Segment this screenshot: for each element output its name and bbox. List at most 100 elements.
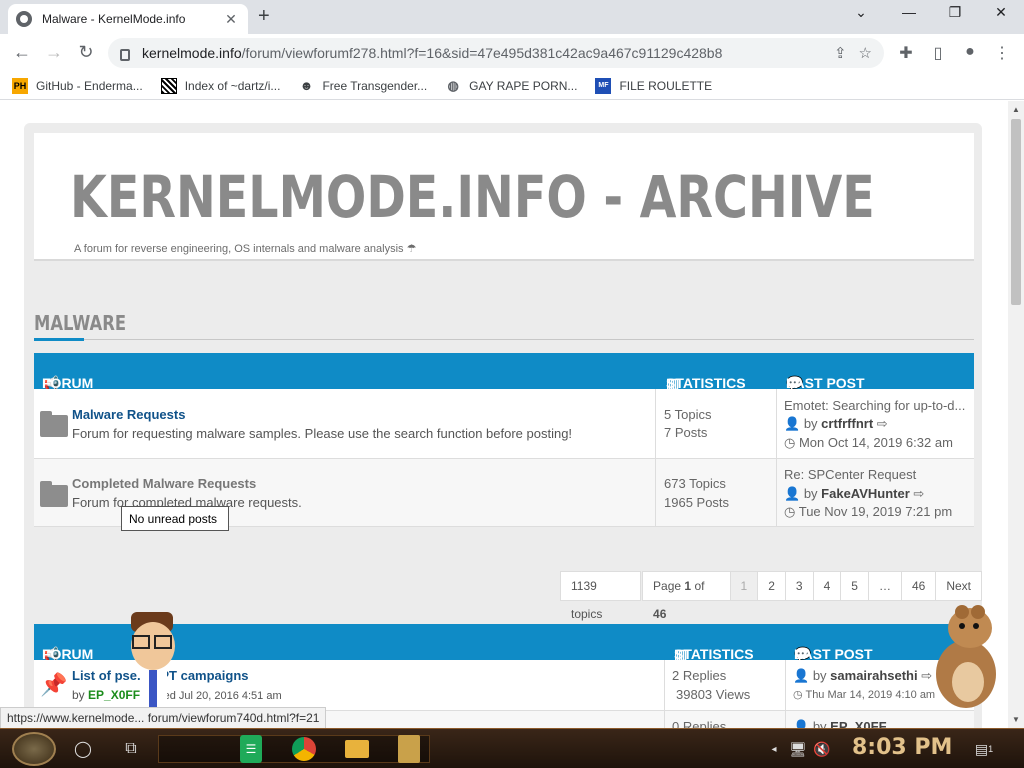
bookmarks-bar: PH GitHub - Enderma... Index of ~dartz/i… — [0, 72, 1024, 100]
page-link-last[interactable]: 46 — [900, 571, 937, 601]
section-underline — [34, 338, 84, 341]
forum-row: Malware Requests Forum for requesting ma… — [34, 389, 974, 459]
task-view-icon[interactable]: ⧉ — [118, 735, 144, 763]
bookmark-github[interactable]: PH GitHub - Enderma... — [12, 77, 143, 94]
qr-icon — [160, 77, 177, 94]
mask-icon: ☻ — [299, 78, 314, 93]
forum-description: Forum for requesting malware samples. Pl… — [72, 426, 573, 441]
bookmark-star-icon[interactable]: ☆ — [859, 44, 872, 62]
sidepanel-icon[interactable]: ▯ — [928, 43, 948, 63]
folder-icon — [40, 411, 68, 437]
last-post-user[interactable]: samairahsethi — [830, 668, 917, 683]
section-title[interactable]: MALWARE — [34, 311, 126, 335]
user-icon: 👤 — [793, 719, 810, 728]
last-post-user[interactable]: EP_X0FF — [830, 719, 886, 728]
forward-icon[interactable]: → — [42, 42, 66, 63]
last-post-date: Tue Nov 19, 2019 7:21 pm — [798, 504, 953, 519]
last-post-title[interactable]: Emotet: Searching for up-to-d... — [784, 398, 970, 413]
tab-search-icon[interactable]: ⌄ — [838, 4, 884, 21]
forum-title-link[interactable]: Malware Requests — [72, 407, 185, 422]
profile-icon[interactable]: ● — [960, 43, 980, 61]
volume-muted-icon[interactable]: 🔇 — [812, 735, 832, 763]
page-current: 1 — [684, 579, 692, 593]
address-bar[interactable]: kernelmode.info/forum/viewforumf278.html… — [108, 38, 884, 68]
site-title[interactable]: KERNELMODE.INFO - ARCHIVE — [70, 163, 875, 231]
minimize-button[interactable]: — — [886, 4, 932, 20]
bookmark-label: FILE ROULETTE — [619, 78, 713, 93]
cortana-icon[interactable]: ◯ — [70, 735, 96, 763]
stats-cell: 5 Topics 7 Posts — [656, 389, 777, 458]
menu-icon[interactable]: ⋮ — [992, 43, 1012, 63]
last-post-by: by — [812, 668, 827, 683]
file-explorer-icon[interactable] — [345, 740, 369, 758]
next-page-button[interactable]: Next — [935, 571, 982, 601]
forum-cell: Malware Requests Forum for requesting ma… — [34, 389, 656, 458]
taskbar: ◯ ⧉ ☰ ◂ 🖥 🔇 8:03 PM ▤ 1 — [0, 728, 1024, 768]
last-post-title[interactable]: Re: SPCenter Request — [784, 467, 970, 482]
browser-tab[interactable]: Malware - KernelMode.info ✕ — [8, 4, 248, 34]
share-icon[interactable]: ⇪ — [834, 44, 847, 62]
lock-icon[interactable] — [120, 49, 130, 61]
site-header: KERNELMODE.INFO - ARCHIVE A forum for re… — [34, 133, 974, 261]
restore-button[interactable]: ❐ — [932, 4, 978, 21]
last-post-by: by — [812, 719, 827, 728]
scroll-thumb[interactable] — [1011, 119, 1021, 305]
page-link-1[interactable]: 1 — [729, 571, 759, 601]
extensions-icon[interactable]: ✚ — [896, 43, 916, 63]
back-icon[interactable]: ← — [10, 42, 34, 63]
start-button[interactable] — [12, 732, 56, 766]
clock-icon: ◷ — [784, 435, 796, 450]
bookmark-transgender[interactable]: ☻ Free Transgender... — [298, 78, 428, 94]
stats-cell: 0 Replies — [665, 711, 786, 728]
unread-tooltip: No unread posts — [121, 506, 229, 531]
sheets-app-icon[interactable]: ☰ — [240, 735, 262, 763]
tab-title: Malware - KernelMode.info — [42, 12, 186, 26]
goto-post-icon[interactable]: ⇨ — [877, 416, 888, 431]
page-scrollbar[interactable]: ▲ ▼ — [1008, 101, 1024, 728]
page-link-2[interactable]: 2 — [757, 571, 786, 601]
globe-icon — [16, 11, 32, 27]
user-icon: 👤 — [784, 486, 801, 501]
bookmark-label: GitHub - Enderma... — [36, 78, 143, 93]
last-post-time: ◷ Tue Nov 19, 2019 7:21 pm — [784, 504, 952, 520]
close-window-button[interactable]: ✕ — [978, 4, 1024, 21]
status-url-bar: https://www.kernelmode... forum/viewforu… — [0, 707, 327, 729]
posts-count: 7 Posts — [664, 425, 708, 440]
reload-icon[interactable]: ↻ — [74, 42, 98, 63]
last-post-author: 👤 by EP_X0FF — [793, 719, 887, 728]
last-post-user[interactable]: crtfrffnrt — [821, 416, 873, 431]
tray-overflow-icon[interactable]: ◂ — [768, 735, 780, 763]
network-icon[interactable]: 🖥 — [788, 735, 808, 763]
bookmark-gay[interactable]: ◍ GAY RAPE PORN... — [445, 78, 578, 94]
url-text[interactable]: kernelmode.info/forum/viewforumf278.html… — [142, 45, 834, 61]
last-post-user[interactable]: FakeAVHunter — [821, 486, 910, 501]
browser-toolbar: ← → ↻ kernelmode.info/forum/viewforumf27… — [0, 34, 1024, 72]
page-link-4[interactable]: 4 — [812, 571, 842, 601]
page-indicator[interactable]: Page 1 of 46 — [642, 571, 731, 621]
last-post-author: 👤 by samairahsethi ⇨ — [793, 668, 932, 684]
new-tab-button[interactable]: + — [258, 5, 270, 28]
goto-post-icon[interactable]: ⇨ — [913, 486, 924, 501]
forum-title-link[interactable]: Completed Malware Requests — [72, 476, 256, 491]
last-post-date: Thu Mar 14, 2019 4:10 am — [805, 689, 936, 701]
scroll-down-arrow[interactable]: ▼ — [1012, 715, 1020, 724]
scroll-up-arrow[interactable]: ▲ — [1012, 105, 1020, 114]
taskbar-clock[interactable]: 8:03 PM — [852, 735, 952, 760]
page-link-3[interactable]: 3 — [784, 571, 814, 601]
last-post-by: by — [803, 486, 818, 501]
posts-count: 1965 Posts — [664, 495, 730, 510]
clock-icon: ◷ — [784, 504, 796, 519]
notification-icon[interactable]: ▤ 1 — [972, 735, 996, 763]
clock-icon: ◷ — [793, 689, 803, 701]
bookmark-index[interactable]: Index of ~dartz/i... — [160, 77, 280, 94]
page-ellipsis[interactable]: … — [867, 571, 902, 601]
close-tab-icon[interactable]: ✕ — [222, 11, 240, 28]
chrome-app-icon[interactable] — [292, 737, 316, 761]
url-path: /forum/viewforumf278.html?f=16&sid=47e49… — [241, 45, 723, 61]
mf-icon: MF — [595, 77, 612, 94]
bookmark-file-roulette[interactable]: MF FILE ROULETTE — [595, 77, 713, 94]
page-link-5[interactable]: 5 — [840, 571, 869, 601]
app-thumbnail-icon[interactable] — [398, 735, 420, 763]
stats-cell: 673 Topics 1965 Posts — [656, 459, 777, 526]
replies-count: 0 Replies — [672, 719, 727, 728]
